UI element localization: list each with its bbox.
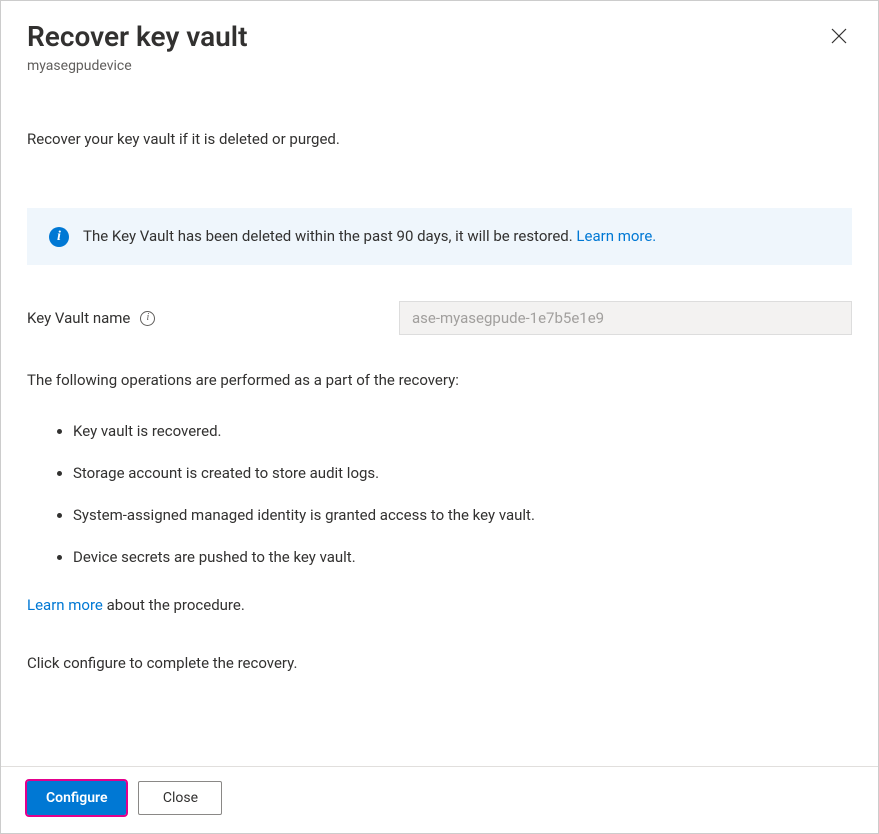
info-message-text: The Key Vault has been deleted within th… (83, 226, 656, 247)
close-icon[interactable] (826, 23, 852, 49)
info-icon: i (49, 227, 69, 247)
info-learn-more-link[interactable]: Learn more. (576, 227, 656, 245)
learn-more-line: Learn more about the procedure. (27, 596, 852, 614)
info-message-bar: i The Key Vault has been deleted within … (27, 208, 852, 265)
operation-item: Storage account is created to store audi… (73, 452, 852, 494)
configure-button[interactable]: Configure (27, 781, 126, 815)
operations-intro: The following operations are performed a… (27, 369, 852, 392)
key-vault-name-label: Key Vault name (27, 309, 130, 327)
configure-instruction: Click configure to complete the recovery… (27, 654, 852, 672)
operation-item: Key vault is recovered. (73, 410, 852, 452)
learn-more-link[interactable]: Learn more (27, 596, 103, 614)
operation-item: System-assigned managed identity is gran… (73, 494, 852, 536)
close-button[interactable]: Close (138, 781, 222, 815)
recover-key-vault-panel: Recover key vault myasegpudevice Recover… (0, 0, 879, 834)
help-icon[interactable]: i (140, 311, 155, 326)
operations-list: Key vault is recovered. Storage account … (27, 410, 852, 578)
panel-footer: Configure Close (1, 766, 878, 833)
panel-subtitle: myasegpudevice (27, 58, 247, 74)
panel-description: Recover your key vault if it is deleted … (27, 130, 852, 148)
panel-title: Recover key vault (27, 19, 247, 54)
key-vault-name-input (399, 301, 852, 335)
operation-item: Device secrets are pushed to the key vau… (73, 536, 852, 578)
